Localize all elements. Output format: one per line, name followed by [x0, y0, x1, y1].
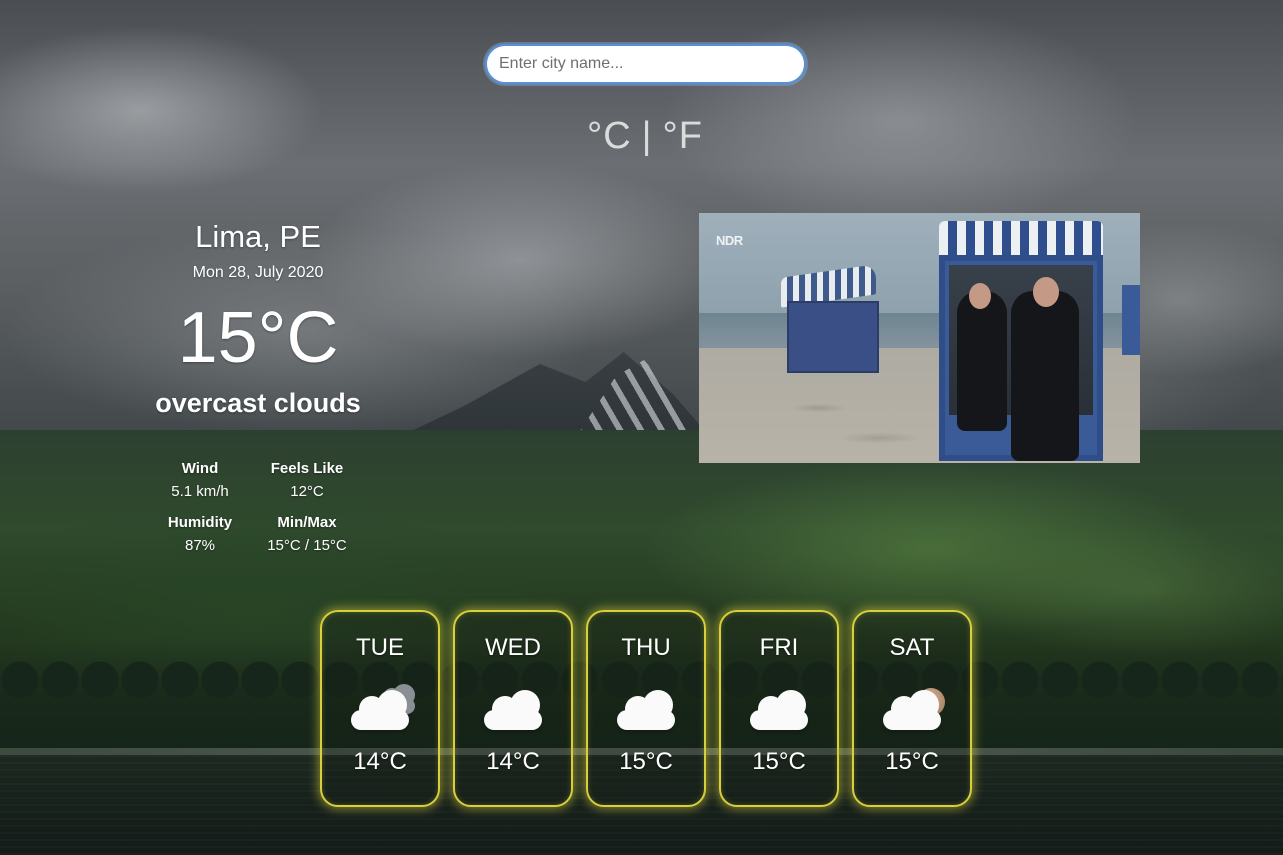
beach-chair-with-people: [939, 221, 1103, 461]
detail-value: 12°C: [290, 483, 324, 500]
forecast-card-sat[interactable]: SAT 15°C: [852, 610, 972, 807]
forecast-card-thu[interactable]: THU 15°C: [586, 610, 706, 807]
forecast-temp: 14°C: [353, 748, 407, 775]
beach-chair-edge: [1122, 285, 1140, 355]
detail-value: 15°C / 15°C: [267, 537, 347, 554]
beach-chair: [781, 264, 881, 373]
detail-label: Min/Max: [277, 514, 337, 531]
cloud-moon-icon: [877, 688, 947, 734]
current-weather: Lima, PE Mon 28, July 2020 15°C overcast…: [128, 218, 388, 419]
city-search-input[interactable]: [485, 44, 806, 84]
person-face: [969, 283, 991, 309]
ndr-logo: NDR: [716, 233, 743, 248]
forecast-card-wed[interactable]: WED 14°C: [453, 610, 573, 807]
unit-toggle: °C | °F: [560, 115, 730, 158]
weather-app: °C|°F Lima, PE Mon 28, July 2020 15°C ov…: [0, 0, 1283, 855]
forecast-temp: 15°C: [619, 748, 673, 775]
forecast-card-tue[interactable]: TUE 14°C: [320, 610, 440, 807]
forecast-day: FRI: [759, 634, 799, 661]
weather-photo: NDR: [699, 213, 1140, 463]
forecast-day: WED: [485, 634, 541, 661]
cloud-icon: [744, 688, 814, 734]
detail-value: 5.1 km/h: [171, 483, 229, 500]
person: [1011, 291, 1079, 461]
forecast-temp: 14°C: [486, 748, 540, 775]
location-name: Lima, PE: [195, 219, 321, 254]
detail-label: Humidity: [167, 514, 233, 531]
detail-label: Wind: [181, 460, 219, 477]
detail-value: 87%: [184, 537, 216, 554]
forecast-row: TUE 14°C WED 14°C THU 15°C FRI 15°C SAT …: [320, 610, 972, 807]
person-face: [1033, 277, 1059, 307]
detail-label: Feels Like: [270, 460, 344, 477]
forecast-temp: 15°C: [885, 748, 939, 775]
current-temperature: 15°C: [177, 298, 339, 378]
current-date: Mon 28, July 2020: [192, 264, 324, 281]
forecast-day: TUE: [356, 634, 404, 661]
detail-wind: Wind 5.1 km/h: [150, 460, 250, 500]
broken-clouds-icon: [345, 684, 415, 734]
forecast-temp: 15°C: [752, 748, 806, 775]
cloud-icon: [478, 688, 548, 734]
detail-feels-like: Feels Like 12°C: [250, 460, 364, 500]
forecast-day: SAT: [889, 634, 935, 661]
forecast-day: THU: [621, 634, 671, 661]
cloud-icon: [611, 688, 681, 734]
detail-min-max: Min/Max 15°C / 15°C: [250, 514, 364, 554]
person: [957, 291, 1007, 431]
detail-humidity: Humidity 87%: [150, 514, 250, 554]
weather-details: Wind 5.1 km/h Feels Like 12°C Humidity 8…: [150, 460, 370, 554]
fahrenheit-toggle[interactable]: °F: [663, 115, 703, 157]
unit-separator: |: [641, 115, 653, 157]
weather-description: overcast clouds: [155, 388, 361, 418]
forecast-card-fri[interactable]: FRI 15°C: [719, 610, 839, 807]
celsius-toggle[interactable]: °C: [587, 115, 632, 157]
